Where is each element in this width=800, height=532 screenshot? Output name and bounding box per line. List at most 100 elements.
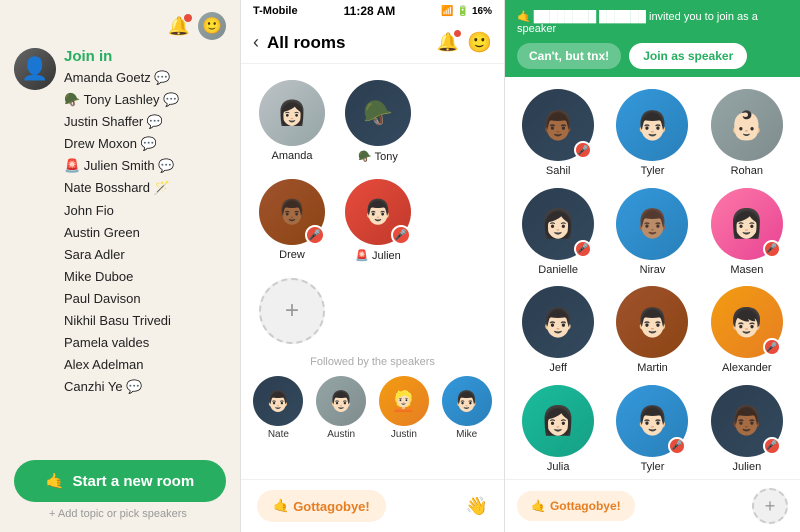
- speaker-item[interactable]: 👨🏻 🎤 🚨 Julien: [343, 179, 413, 262]
- right-avatar: 👩🏻 🎤: [522, 188, 594, 260]
- name-item: Sara Adler: [64, 244, 226, 266]
- speaker-item[interactable]: 👨🏾 🎤 Drew: [257, 179, 327, 262]
- right-avatar-img: 👨🏻: [616, 286, 688, 358]
- mic-off-badge: 🎤: [391, 225, 411, 245]
- speaker-avatar: 👩🏻: [259, 80, 325, 146]
- right-speaker-item[interactable]: 👩🏻 🎤 Danielle: [515, 188, 601, 279]
- right-speaker-item[interactable]: 👨🏻 Jeff: [515, 286, 601, 377]
- join-section: 👤 Join in Amanda Goetz 💬🪖 Tony Lashley 💬…: [14, 48, 226, 398]
- user-avatar[interactable]: 🙂: [198, 12, 226, 40]
- name-item: Alex Adelman: [64, 354, 226, 376]
- inviter-name: ████████ ██████: [534, 11, 646, 23]
- name-item: Drew Moxon 💬: [64, 133, 226, 155]
- right-avatar-img: 👶🏻: [711, 89, 783, 161]
- mic-off-badge: 🎤: [763, 437, 781, 455]
- right-avatar-img: 👨🏽: [616, 188, 688, 260]
- right-speaker-item[interactable]: 👨🏻 🎤 Tyler: [609, 385, 695, 476]
- speaker-item[interactable]: 🪖 🪖 Tony: [343, 80, 413, 163]
- audience-avatar: 👨🏻: [442, 376, 492, 426]
- speaker-name: 🪖 Tony: [358, 150, 398, 163]
- speaker-item[interactable]: 👩🏻 Amanda: [257, 80, 327, 163]
- audience-item[interactable]: 👨🏻 Austin: [316, 376, 367, 440]
- right-avatar: 👨🏾 🎤: [522, 89, 594, 161]
- speaker-avatar: 🪖: [345, 80, 411, 146]
- gottagobye-label: Gottagobye!: [293, 499, 370, 514]
- audience-avatar: 👨🏻: [253, 376, 303, 426]
- audience-avatar: 👱🏻: [379, 376, 429, 426]
- mid-footer: 🤙 Gottagobye! 👋: [241, 479, 504, 532]
- right-gottagobye-label: Gottagobye!: [550, 499, 621, 513]
- add-speaker-button[interactable]: +: [259, 278, 325, 344]
- right-speaker-item[interactable]: 👨🏽 Nirav: [609, 188, 695, 279]
- join-speaker-button[interactable]: Join as speaker: [629, 43, 747, 69]
- right-avatar: 👨🏽: [616, 188, 688, 260]
- right-speaker-name: Danielle: [538, 264, 578, 276]
- right-footer: 🤙 Gottagobye! +: [505, 479, 800, 532]
- audience-item[interactable]: 👨🏻 Mike: [441, 376, 492, 440]
- name-item: Pamela valdes: [64, 332, 226, 354]
- add-speaker-item: +: [257, 278, 327, 344]
- left-header: 🔔 🙂: [14, 12, 226, 40]
- mic-off-badge: 🎤: [763, 338, 781, 356]
- speaker-name: 🚨 Julien: [355, 249, 401, 262]
- right-avatar: 👩🏻: [522, 385, 594, 457]
- right-add-button[interactable]: +: [752, 488, 788, 524]
- right-speaker-name: Rohan: [731, 165, 763, 177]
- right-speaker-name: Julia: [547, 461, 570, 473]
- name-item: Amanda Goetz 💬: [64, 67, 226, 89]
- right-avatar: 👦🏻 🎤: [711, 286, 783, 358]
- name-item: John Fio: [64, 200, 226, 222]
- right-speaker-name: Alexander: [722, 362, 772, 374]
- name-item: 🪖 Tony Lashley 💬: [64, 89, 226, 111]
- names-list: Amanda Goetz 💬🪖 Tony Lashley 💬Justin Sha…: [64, 67, 226, 398]
- audience-name: Justin: [391, 429, 417, 440]
- right-speaker-item[interactable]: 👨🏻 Martin: [609, 286, 695, 377]
- gottagobye-button[interactable]: 🤙 Gottagobye!: [257, 490, 386, 522]
- right-gottagobye-button[interactable]: 🤙 Gottagobye!: [517, 491, 635, 521]
- start-room-button[interactable]: 🤙 Start a new room: [14, 460, 226, 502]
- speaker-avatar: 👨🏻 🎤: [345, 179, 411, 245]
- carrier: T-Mobile: [253, 5, 298, 17]
- name-item: Canzhi Ye 💬: [64, 376, 226, 398]
- join-content: Join in Amanda Goetz 💬🪖 Tony Lashley 💬Ju…: [64, 48, 226, 398]
- cant-button[interactable]: Can't, but tnx!: [517, 43, 621, 69]
- right-speaker-item[interactable]: 👶🏻 Rohan: [704, 89, 790, 180]
- mic-off-badge: 🎤: [763, 240, 781, 258]
- audience-item[interactable]: 👨🏻 Nate: [253, 376, 304, 440]
- right-avatar: 👨🏻 🎤: [616, 385, 688, 457]
- mid-avatar[interactable]: 🙂: [467, 30, 492, 55]
- audience-name: Austin: [327, 429, 355, 440]
- time: 11:28 AM: [344, 4, 396, 18]
- right-panel: 🤙 ████████ ██████ invited you to join as…: [505, 0, 800, 532]
- right-speaker-name: Tyler: [641, 461, 665, 473]
- right-speaker-item[interactable]: 👦🏻 🎤 Alexander: [704, 286, 790, 377]
- speaker-name: Drew: [279, 249, 305, 261]
- add-topic[interactable]: + Add topic or pick speakers: [14, 508, 226, 520]
- right-speaker-item[interactable]: 👩🏻 🎤 Masen: [704, 188, 790, 279]
- right-speaker-item[interactable]: 👨🏾 🎤 Sahil: [515, 89, 601, 180]
- right-speaker-item[interactable]: 👨🏾 🎤 Julien: [704, 385, 790, 476]
- right-speaker-name: Masen: [730, 264, 763, 276]
- bell-icon-mid[interactable]: 🔔: [437, 32, 459, 53]
- wave-emoji[interactable]: 👋: [466, 496, 488, 517]
- middle-panel: T-Mobile 11:28 AM 📶 🔋 16% ‹ All rooms 🔔 …: [240, 0, 505, 532]
- mid-header-icons: 🔔 🙂: [437, 30, 492, 55]
- invite-banner: 🤙 ████████ ██████ invited you to join as…: [505, 0, 800, 77]
- bell-icon[interactable]: 🔔: [168, 16, 190, 37]
- speaker-name: Amanda: [272, 150, 313, 162]
- followed-label: Followed by the speakers: [241, 352, 504, 376]
- right-speaker-name: Martin: [637, 362, 668, 374]
- right-avatar: 👨🏻: [522, 286, 594, 358]
- audience-avatar: 👨🏻: [316, 376, 366, 426]
- name-item: Austin Green: [64, 222, 226, 244]
- audience-item[interactable]: 👱🏻 Justin: [379, 376, 430, 440]
- back-button[interactable]: ‹: [253, 32, 259, 53]
- status-icons: 📶 🔋 16%: [441, 6, 492, 17]
- name-item: Nikhil Basu Trivedi: [64, 310, 226, 332]
- battery: 16%: [472, 6, 492, 17]
- name-item: Paul Davison: [64, 288, 226, 310]
- right-speaker-item[interactable]: 👨🏻 Tyler: [609, 89, 695, 180]
- right-avatar-img: 👨🏻: [522, 286, 594, 358]
- right-speaker-item[interactable]: 👩🏻 Julia: [515, 385, 601, 476]
- invite-buttons: Can't, but tnx! Join as speaker: [517, 43, 788, 69]
